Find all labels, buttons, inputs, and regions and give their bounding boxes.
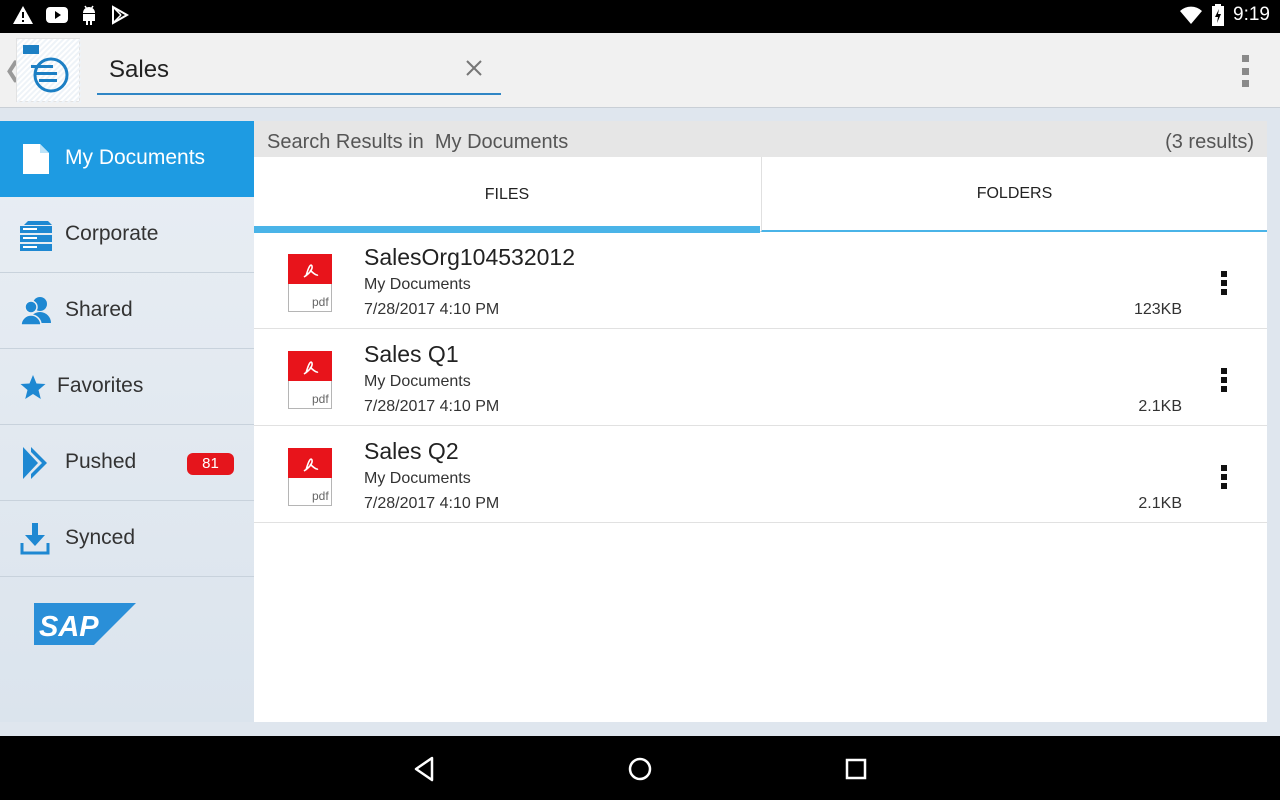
search-field <box>97 47 501 95</box>
sidebar-item-label: My Documents <box>65 146 206 169</box>
file-location: My Documents <box>364 470 471 487</box>
file-name: Sales Q1 <box>364 341 459 367</box>
sidebar-item-pushed[interactable]: Pushed 81 <box>0 425 254 501</box>
results-header: Search Results in My Documents (3 result… <box>254 121 1267 157</box>
file-date: 7/28/2017 4:10 PM <box>364 398 500 415</box>
clear-search-icon[interactable] <box>463 57 485 79</box>
tab-label: FILES <box>484 185 530 203</box>
svg-text:pdf: pdf <box>312 295 329 309</box>
sidebar-item-corporate[interactable]: Corporate <box>0 197 254 273</box>
file-overflow-menu-icon[interactable] <box>1219 368 1229 392</box>
sidebar-item-label: Pushed <box>65 450 137 473</box>
home-icon[interactable] <box>625 754 655 784</box>
file-date: 7/28/2017 4:10 PM <box>364 495 500 512</box>
tab-files[interactable]: FILES <box>254 157 760 233</box>
wifi-icon <box>1180 6 1203 24</box>
back-icon[interactable] <box>410 754 440 784</box>
battery-icon <box>1212 4 1225 26</box>
file-location: My Documents <box>364 276 471 293</box>
server-icon <box>20 221 52 251</box>
play-store-icon <box>112 5 130 25</box>
file-size: 2.1KB <box>1138 398 1182 415</box>
sap-logo: SAP <box>34 603 136 650</box>
overflow-menu-icon[interactable] <box>1240 55 1250 87</box>
download-icon <box>20 523 50 555</box>
sidebar-item-favorites[interactable]: Favorites <box>0 349 254 425</box>
search-results-panel: Search Results in My Documents (3 result… <box>254 121 1267 722</box>
file-overflow-menu-icon[interactable] <box>1219 271 1229 295</box>
search-input[interactable] <box>109 53 449 87</box>
status-bar: 9:19 <box>0 0 1280 33</box>
push-icon <box>23 447 47 479</box>
results-count: (3 results) <box>1165 131 1254 153</box>
sidebar-item-label: Corporate <box>65 222 159 245</box>
svg-text:pdf: pdf <box>312 392 329 406</box>
tab-folders[interactable]: FOLDERS <box>761 157 1267 232</box>
file-row[interactable]: pdf SalesOrg104532012 My Documents 7/28/… <box>254 232 1267 329</box>
results-title: Search Results in My Documents <box>267 131 569 153</box>
file-row[interactable]: pdf Sales Q1 My Documents 7/28/2017 4:10… <box>254 329 1267 426</box>
sidebar-item-label: Synced <box>65 526 136 549</box>
sidebar-item-my-documents[interactable]: My Documents <box>0 121 254 197</box>
file-size: 2.1KB <box>1138 495 1182 512</box>
file-name: Sales Q2 <box>364 438 459 464</box>
file-date: 7/28/2017 4:10 PM <box>364 301 500 318</box>
sidebar-item-label: Favorites <box>57 374 144 397</box>
tab-label: FOLDERS <box>976 184 1053 202</box>
pdf-file-icon: pdf <box>288 448 332 506</box>
tab-bar: FILES FOLDERS <box>254 157 1267 233</box>
android-icon <box>83 5 95 25</box>
youtube-icon <box>46 7 68 23</box>
document-icon <box>23 144 49 174</box>
app-logo[interactable] <box>16 38 81 103</box>
sidebar-item-label: Shared <box>65 298 133 321</box>
svg-text:pdf: pdf <box>312 489 329 503</box>
pdf-file-icon: pdf <box>288 351 332 409</box>
warning-icon <box>13 6 33 24</box>
pushed-count-badge: 81 <box>187 453 234 475</box>
file-overflow-menu-icon[interactable] <box>1219 465 1229 489</box>
people-icon <box>20 297 51 326</box>
recents-icon[interactable] <box>841 754 871 784</box>
app-bar: ❮ <box>0 33 1280 108</box>
star-icon <box>20 375 46 399</box>
system-nav-bar <box>0 736 1280 800</box>
pdf-file-icon: pdf <box>288 254 332 312</box>
clock: 9:19 <box>1233 4 1270 25</box>
sidebar-item-shared[interactable]: Shared <box>0 273 254 349</box>
sap-mobile-docs-icon <box>17 39 81 103</box>
file-size: 123KB <box>1133 301 1182 318</box>
file-name: SalesOrg104532012 <box>364 244 575 270</box>
file-row[interactable]: pdf Sales Q2 My Documents 7/28/2017 4:10… <box>254 426 1267 523</box>
svg-text:SAP: SAP <box>39 611 99 643</box>
file-location: My Documents <box>364 373 471 390</box>
sidebar-item-synced[interactable]: Synced <box>0 501 254 577</box>
sidebar: My Documents Corporate Shared Favorites … <box>0 121 254 722</box>
